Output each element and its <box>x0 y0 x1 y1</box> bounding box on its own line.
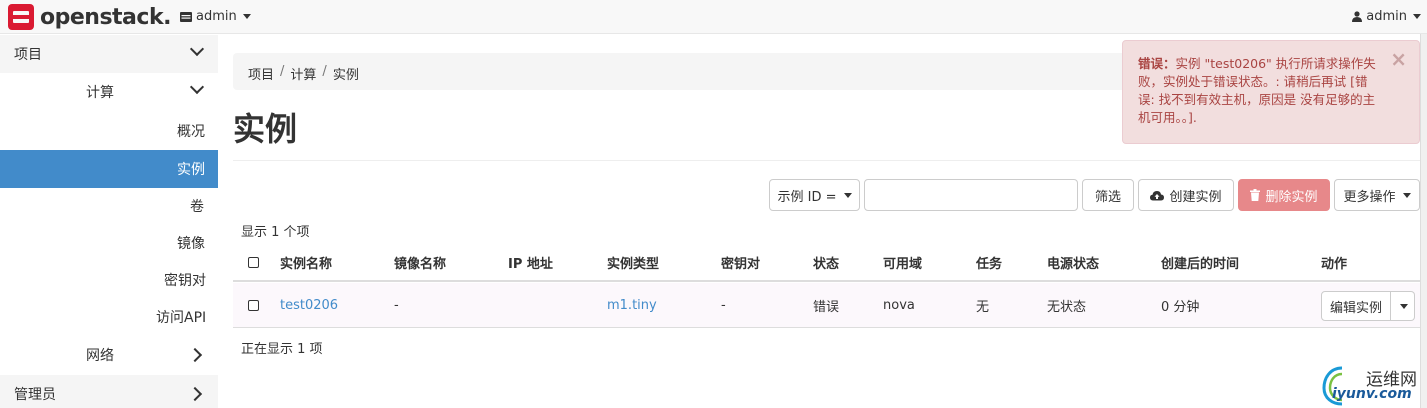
top-navbar: openstack. admin admin <box>0 0 1427 34</box>
item-count-footer: 正在显示 1 项 <box>241 342 323 357</box>
page-title: 实例 <box>233 110 298 148</box>
sidebar-item-label: 概况 <box>177 124 205 140</box>
more-actions-dropdown[interactable]: 更多操作 <box>1334 179 1420 211</box>
delete-instances-label: 删除实例 <box>1265 189 1318 205</box>
filter-field-dropdown[interactable]: 示例 ID = <box>769 179 860 211</box>
row-actions: 编辑实例 <box>1321 291 1415 321</box>
caret-down-icon <box>843 192 852 198</box>
delete-instances-button[interactable]: 删除实例 <box>1238 179 1330 211</box>
project-dropdown[interactable]: admin <box>180 9 251 24</box>
sidebar: 项目 计算 概况 实例 卷 镜像 密钥对 访问API 网络 管理员 <box>0 35 218 408</box>
caret-down-icon <box>1413 14 1421 19</box>
column-header: 动作 <box>1321 257 1348 272</box>
breadcrumb-separator: / <box>322 64 327 79</box>
brand-text: openstack. <box>40 4 171 30</box>
sidebar-item-api-access[interactable]: 访问API <box>0 298 218 336</box>
keypair-cell: - <box>721 297 726 313</box>
caret-down-icon <box>1399 303 1408 309</box>
power-state-cell: 无状态 <box>1047 299 1087 315</box>
sidebar-item-label: 镜像 <box>177 236 205 252</box>
project-dropdown-label: admin <box>196 9 237 24</box>
column-header[interactable]: 状态 <box>813 245 839 280</box>
column-header[interactable]: 创建后的时间 <box>1161 245 1239 280</box>
column-header[interactable]: 实例名称 <box>280 245 332 280</box>
project-icon <box>180 11 192 22</box>
sidebar-item-project[interactable]: 项目 <box>0 35 218 73</box>
sidebar-item-label: 卷 <box>190 199 204 215</box>
sidebar-item-images[interactable]: 镜像 <box>0 224 218 262</box>
create-instance-label: 创建实例 <box>1169 189 1222 205</box>
table-row: test0206 - m1.tiny - 错误 nova 无 无状态 0 分钟 <box>233 283 1420 328</box>
alert-title: 错误： <box>1138 56 1176 71</box>
instance-name-link[interactable]: test0206 <box>280 283 338 327</box>
sidebar-item-admin[interactable]: 管理员 <box>0 375 218 408</box>
column-header[interactable]: IP 地址 <box>508 245 553 280</box>
edit-instance-button[interactable]: 编辑实例 <box>1321 291 1391 321</box>
column-header[interactable]: 任务 <box>976 245 1002 280</box>
sidebar-item-network[interactable]: 网络 <box>0 336 218 374</box>
column-header[interactable]: 密钥对 <box>721 245 760 280</box>
sidebar-item-label: 访问API <box>156 310 207 326</box>
filter-input[interactable] <box>864 179 1078 211</box>
item-count: 显示 1 个项 <box>241 225 310 240</box>
select-all-cell <box>248 245 259 280</box>
task-cell: 无 <box>976 299 990 315</box>
sidebar-item-instances[interactable]: 实例 <box>0 150 218 188</box>
row-checkbox[interactable] <box>248 299 259 311</box>
sidebar-item-volumes[interactable]: 卷 <box>0 187 218 225</box>
create-instance-button[interactable]: 创建实例 <box>1138 179 1234 211</box>
caret-down-icon <box>242 14 251 19</box>
column-header[interactable]: 电源状态 <box>1047 245 1099 280</box>
sidebar-item-label: 实例 <box>177 162 205 178</box>
breadcrumb-separator: / <box>280 64 285 79</box>
filter-button[interactable]: 筛选 <box>1082 179 1134 211</box>
filter-field-label: 示例 ID = <box>777 189 837 205</box>
watermark-url: iyunv.com <box>1332 386 1412 402</box>
user-icon <box>1352 11 1363 22</box>
sidebar-item-label: 项目 <box>14 47 42 63</box>
chevron-down-icon <box>189 41 205 57</box>
close-icon[interactable]: × <box>1390 49 1407 69</box>
sidebar-item-overview[interactable]: 概况 <box>0 112 218 150</box>
more-actions-label: 更多操作 <box>1343 189 1396 205</box>
sidebar-item-label: 网络 <box>86 348 114 364</box>
column-header[interactable]: 可用域 <box>883 245 922 280</box>
age-cell: 0 分钟 <box>1161 299 1200 315</box>
chevron-right-icon <box>187 347 203 363</box>
edit-instance-label: 编辑实例 <box>1329 300 1382 316</box>
sidebar-item-label: 密钥对 <box>164 273 206 289</box>
cloud-upload-icon <box>1150 190 1165 200</box>
status-cell: 错误 <box>813 299 840 315</box>
scrollbar[interactable] <box>1420 34 1427 408</box>
select-all-checkbox[interactable] <box>248 257 259 268</box>
flavor-link[interactable]: m1.tiny <box>607 283 657 327</box>
watermark: 运维网 iyunv.com <box>1318 360 1427 408</box>
breadcrumb-item[interactable]: 计算 <box>290 64 316 83</box>
error-alert: × 错误：实例 "test0206" 执行所请求操作失败，实例处于错误状态。: … <box>1122 40 1420 144</box>
table-header: 实例名称 镜像名称 IP 地址 实例类型 密钥对 状态 可用域 任务 电源状态 … <box>233 245 1420 282</box>
filter-button-label: 筛选 <box>1094 189 1121 205</box>
column-header[interactable]: 实例类型 <box>607 245 659 280</box>
image-name-cell: - <box>394 297 399 313</box>
sidebar-item-label: 计算 <box>86 85 114 101</box>
trash-icon <box>1250 189 1261 201</box>
breadcrumb-item[interactable]: 项目 <box>248 64 274 83</box>
column-header[interactable]: 镜像名称 <box>394 245 446 280</box>
user-dropdown[interactable]: admin <box>1352 9 1421 24</box>
chevron-right-icon <box>187 386 203 402</box>
sidebar-item-compute[interactable]: 计算 <box>0 73 218 111</box>
chevron-down-icon <box>189 79 205 95</box>
openstack-logo-icon <box>8 4 34 30</box>
caret-down-icon <box>1402 192 1411 198</box>
brand[interactable]: openstack. <box>8 3 171 31</box>
sidebar-item-label: 管理员 <box>14 387 56 403</box>
divider <box>233 160 1420 161</box>
availability-zone-cell: nova <box>883 297 915 313</box>
sidebar-item-keypairs[interactable]: 密钥对 <box>0 261 218 299</box>
row-select-cell <box>248 283 259 327</box>
breadcrumb-item-current: 实例 <box>332 68 359 83</box>
row-actions-dropdown-toggle[interactable] <box>1391 291 1415 321</box>
user-dropdown-label: admin <box>1366 9 1407 24</box>
